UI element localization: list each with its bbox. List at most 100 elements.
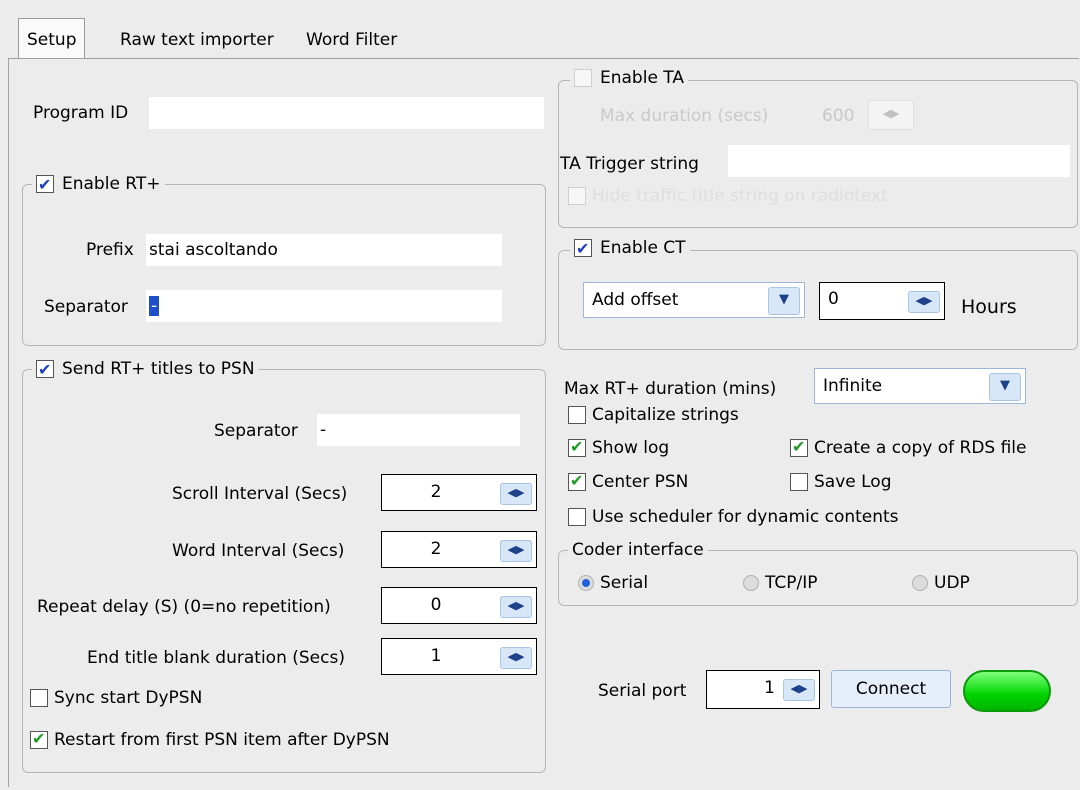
save-log-checkbox[interactable]: [790, 473, 808, 491]
rtplus-separator-value: -: [149, 296, 160, 316]
end-blank-arrows-icon[interactable]: ◀▶: [500, 647, 532, 669]
end-blank-spinner[interactable]: 1 ◀▶: [381, 638, 537, 675]
hours-label: Hours: [961, 296, 1017, 318]
save-log-label: Save Log: [814, 472, 892, 492]
send-psn-checkbox[interactable]: [36, 358, 54, 382]
serial-port-spinner[interactable]: 1 ◀▶: [706, 670, 820, 709]
max-duration-arrows-icon: ◀▶: [868, 100, 914, 130]
rtplus-separator-label: Separator: [44, 297, 128, 317]
repeat-delay-value: 0: [430, 595, 442, 615]
scroll-interval-arrows-icon[interactable]: ◀▶: [500, 483, 532, 505]
psn-separator-input[interactable]: -: [317, 414, 520, 446]
ct-mode-dropdown[interactable]: Add offset ▼: [583, 282, 805, 318]
restart-label: Restart from first PSN item after DyPSN: [54, 730, 390, 750]
max-duration-value: 600: [822, 106, 855, 126]
center-psn-checkbox[interactable]: [568, 471, 586, 491]
copy-rds-row[interactable]: Create a copy of RDS file: [790, 437, 1027, 458]
word-interval-label: Word Interval (Secs): [172, 541, 345, 561]
scroll-interval-value: 2: [430, 482, 442, 502]
psn-legend: Send RT+ titles to PSN: [32, 357, 259, 382]
ct-mode-value: Add offset: [592, 290, 679, 310]
save-log-row[interactable]: Save Log: [790, 472, 892, 492]
tab-raw-text-importer[interactable]: Raw text importer: [112, 22, 282, 58]
serial-radio[interactable]: [578, 575, 594, 591]
udp-radio-label: UDP: [934, 573, 970, 593]
ct-offset-spinner[interactable]: 0 ◀▶: [819, 282, 945, 320]
radio-udp-row[interactable]: UDP: [912, 573, 970, 593]
scroll-interval-label: Scroll Interval (Secs): [172, 484, 348, 504]
show-log-checkbox[interactable]: [568, 437, 586, 457]
connect-button[interactable]: Connect: [831, 670, 951, 708]
coder-legend: Coder interface: [568, 538, 708, 562]
scheduler-row[interactable]: Use scheduler for dynamic contents: [568, 507, 899, 527]
enable-rtplus-checkbox[interactable]: [36, 173, 54, 197]
copy-rds-checkbox[interactable]: [790, 437, 808, 457]
max-rt-label: Max RT+ duration (mins): [564, 379, 777, 399]
capitalize-row[interactable]: Capitalize strings: [568, 405, 739, 425]
capitalize-checkbox[interactable]: [568, 406, 586, 424]
radio-tcpip-row[interactable]: TCP/IP: [743, 573, 818, 593]
word-interval-value: 2: [430, 539, 442, 559]
max-rt-dropdown[interactable]: Infinite ▼: [814, 368, 1026, 404]
capitalize-label: Capitalize strings: [592, 405, 739, 425]
end-blank-value: 1: [430, 646, 442, 666]
serial-port-label: Serial port: [598, 681, 687, 701]
center-psn-row[interactable]: Center PSN: [568, 471, 689, 492]
word-interval-arrows-icon[interactable]: ◀▶: [500, 540, 532, 562]
hide-traffic-row: Hide traffic title string on radiotext: [568, 186, 888, 206]
tcpip-radio[interactable]: [743, 575, 759, 591]
max-rt-value: Infinite: [823, 376, 883, 396]
prefix-label: Prefix: [86, 240, 134, 260]
udp-radio[interactable]: [912, 575, 928, 591]
enable-ta-label: Enable TA: [600, 68, 685, 88]
show-log-row[interactable]: Show log: [568, 437, 670, 458]
psn-separator-label: Separator: [214, 421, 298, 441]
ct-legend: Enable CT: [570, 236, 690, 261]
ct-offset-value: 0: [828, 289, 839, 309]
scroll-interval-spinner[interactable]: 2 ◀▶: [381, 474, 537, 511]
max-duration-label: Max duration (secs): [600, 106, 769, 126]
enable-ct-checkbox[interactable]: [574, 237, 592, 261]
sync-start-checkbox[interactable]: [30, 689, 48, 707]
chevron-down-icon[interactable]: ▼: [989, 373, 1021, 401]
word-interval-spinner[interactable]: 2 ◀▶: [381, 531, 537, 568]
tcpip-radio-label: TCP/IP: [765, 573, 818, 593]
restart-checkbox[interactable]: [30, 729, 48, 749]
radio-serial-row[interactable]: Serial: [578, 573, 648, 593]
tab-bar: Setup Raw text importer Word Filter: [0, 0, 1080, 60]
enable-ta-checkbox[interactable]: [574, 69, 592, 87]
rtplus-legend: Enable RT+: [32, 172, 165, 197]
scheduler-label: Use scheduler for dynamic contents: [592, 507, 899, 527]
center-psn-label: Center PSN: [592, 472, 689, 492]
scheduler-checkbox[interactable]: [568, 508, 586, 526]
show-log-label: Show log: [592, 438, 670, 458]
prefix-input[interactable]: stai ascoltando: [146, 234, 502, 266]
tab-word-filter[interactable]: Word Filter: [298, 22, 405, 58]
repeat-delay-spinner[interactable]: 0 ◀▶: [381, 587, 537, 624]
hide-traffic-checkbox: [568, 187, 586, 205]
rtplus-separator-input[interactable]: -: [146, 290, 502, 322]
ta-trigger-input[interactable]: [728, 145, 1070, 177]
serial-radio-label: Serial: [600, 573, 649, 593]
end-blank-label: End title blank duration (Secs): [87, 648, 345, 668]
sync-start-label: Sync start DyPSN: [54, 688, 203, 708]
copy-rds-label: Create a copy of RDS file: [814, 438, 1027, 458]
ta-legend: Enable TA: [570, 66, 689, 90]
repeat-delay-label: Repeat delay (S) (0=no repetition): [37, 597, 331, 617]
program-id-label: Program ID: [33, 103, 129, 123]
send-psn-label: Send RT+ titles to PSN: [62, 359, 255, 379]
hide-traffic-label: Hide traffic title string on radiotext: [592, 186, 888, 206]
ta-trigger-label: TA Trigger string: [560, 154, 699, 174]
sync-start-row[interactable]: Sync start DyPSN: [30, 688, 202, 708]
serial-port-arrows-icon[interactable]: ◀▶: [783, 679, 815, 701]
enable-rtplus-label: Enable RT+: [62, 174, 161, 194]
ct-offset-arrows-icon[interactable]: ◀▶: [908, 291, 940, 313]
restart-row[interactable]: Restart from first PSN item after DyPSN: [30, 729, 390, 750]
serial-port-value: 1: [764, 678, 775, 698]
tab-setup[interactable]: Setup: [18, 18, 86, 60]
connection-status-led: [963, 670, 1051, 712]
program-id-input[interactable]: [149, 97, 544, 129]
enable-ct-label: Enable CT: [600, 238, 686, 258]
repeat-delay-arrows-icon[interactable]: ◀▶: [500, 596, 532, 618]
chevron-down-icon[interactable]: ▼: [768, 287, 800, 315]
